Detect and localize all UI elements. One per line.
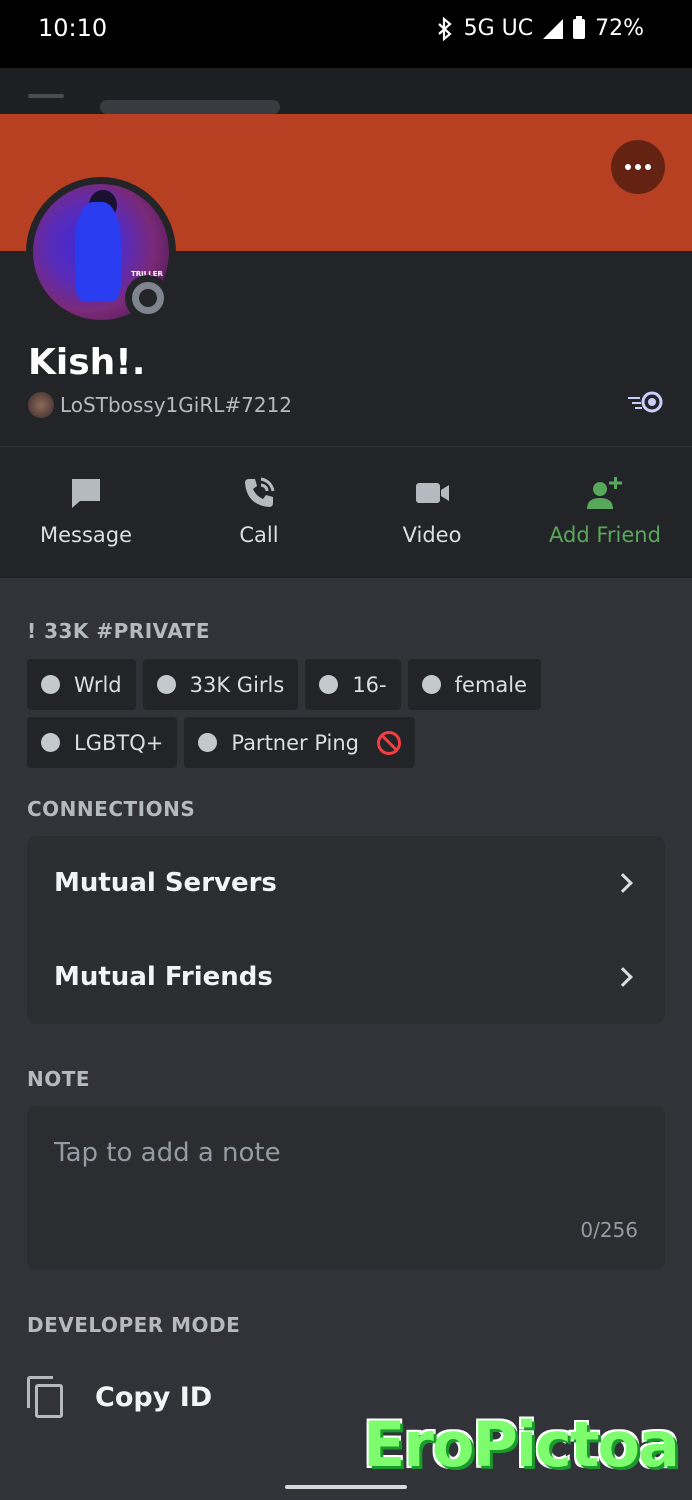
display-name: Kish!. xyxy=(28,342,146,383)
more-dot-icon xyxy=(625,164,631,170)
connections-title: CONNECTIONS xyxy=(27,797,196,821)
message-icon xyxy=(72,479,100,508)
copy-icon-front xyxy=(35,1384,63,1418)
mutual-servers-row[interactable]: Mutual Servers xyxy=(54,836,638,930)
more-options-button[interactable] xyxy=(611,140,665,194)
call-label: Call xyxy=(239,523,279,547)
phone-icon xyxy=(245,477,275,507)
background-app-header xyxy=(0,68,692,114)
bluetooth-icon xyxy=(437,16,452,41)
status-icons: 5G UC 72% xyxy=(436,15,644,41)
role-chip[interactable]: 16- xyxy=(305,659,401,710)
battery-percent: 72% xyxy=(595,16,644,41)
mini-avatar xyxy=(28,392,54,418)
background-title xyxy=(100,100,280,114)
mutual-friends-row[interactable]: Mutual Friends xyxy=(54,930,638,1024)
gesture-nav-bar[interactable] xyxy=(285,1485,407,1489)
message-button[interactable]: Message xyxy=(0,475,172,547)
call-button[interactable]: Call xyxy=(173,475,345,547)
video-button[interactable]: Video xyxy=(346,475,518,547)
role-chip[interactable]: Wrld xyxy=(27,659,136,710)
video-camera-icon xyxy=(416,483,449,503)
network-label: 5G UC xyxy=(463,16,534,41)
status-bar: 10:10 5G UC 72% xyxy=(0,0,692,68)
note-input[interactable] xyxy=(54,1138,614,1168)
nitro-badge-icon[interactable] xyxy=(626,390,666,414)
mutual-servers-label: Mutual Servers xyxy=(54,868,277,898)
chevron-right-icon xyxy=(613,873,633,893)
developer-mode-title: DEVELOPER MODE xyxy=(27,1313,241,1337)
role-label: Wrld xyxy=(74,672,122,697)
note-card: 0/256 xyxy=(27,1106,665,1270)
battery-icon xyxy=(573,15,586,39)
roles-section-title: ! 33K #PRIVATE xyxy=(27,619,210,643)
mutual-friends-label: Mutual Friends xyxy=(54,962,273,992)
role-chip[interactable]: 33K Girls xyxy=(142,659,299,710)
note-char-counter: 0/256 xyxy=(580,1218,638,1242)
copy-id-button[interactable]: Copy ID xyxy=(27,1376,212,1418)
role-label: LGBTQ+ xyxy=(74,730,164,755)
role-dot-icon xyxy=(198,733,218,752)
message-label: Message xyxy=(39,523,133,547)
roles-list: Wrld 33K Girls 16- female LGBTQ+ Partner… xyxy=(27,659,667,768)
add-friend-label: Add Friend xyxy=(549,523,661,547)
add-friend-icon xyxy=(587,477,622,509)
note-title: NOTE xyxy=(27,1067,91,1091)
role-label: 16- xyxy=(352,672,387,697)
prohibited-icon xyxy=(377,730,402,755)
username: LoSTbossy1GiRL#7212 xyxy=(60,393,293,417)
role-dot-icon xyxy=(156,675,176,694)
avatar-figure xyxy=(75,202,121,302)
role-label: 33K Girls xyxy=(189,672,285,697)
video-label: Video xyxy=(402,523,462,547)
role-chip[interactable]: Partner Ping xyxy=(184,717,416,768)
copy-icon xyxy=(27,1376,65,1418)
role-chip[interactable]: LGBTQ+ xyxy=(27,717,178,768)
add-friend-button[interactable]: Add Friend xyxy=(519,475,691,547)
profile-sheet: TRILLER Kish!. LoSTbossy1GiRL#7212 Messa… xyxy=(0,114,692,1500)
watermark-logo: EroPictoa xyxy=(362,1408,680,1481)
role-dot-icon xyxy=(41,733,60,752)
action-bar: Message Call Video Add Friend xyxy=(0,446,692,578)
role-label: Partner Ping xyxy=(231,730,360,755)
role-dot-icon xyxy=(41,675,60,694)
chevron-right-icon xyxy=(613,967,633,987)
copy-id-label: Copy ID xyxy=(95,1381,213,1413)
role-label: female xyxy=(454,672,528,697)
status-time: 10:10 xyxy=(38,14,108,42)
connections-card: Mutual Servers Mutual Friends xyxy=(27,836,665,1024)
menu-icon xyxy=(28,94,64,98)
offline-status-icon xyxy=(132,282,164,314)
role-dot-icon xyxy=(319,675,339,694)
role-chip[interactable]: female xyxy=(407,659,542,710)
signal-icon xyxy=(543,18,564,39)
more-dot-icon xyxy=(635,164,641,170)
role-dot-icon xyxy=(421,675,441,694)
username-row: LoSTbossy1GiRL#7212 xyxy=(28,392,292,418)
more-dot-icon xyxy=(645,164,651,170)
